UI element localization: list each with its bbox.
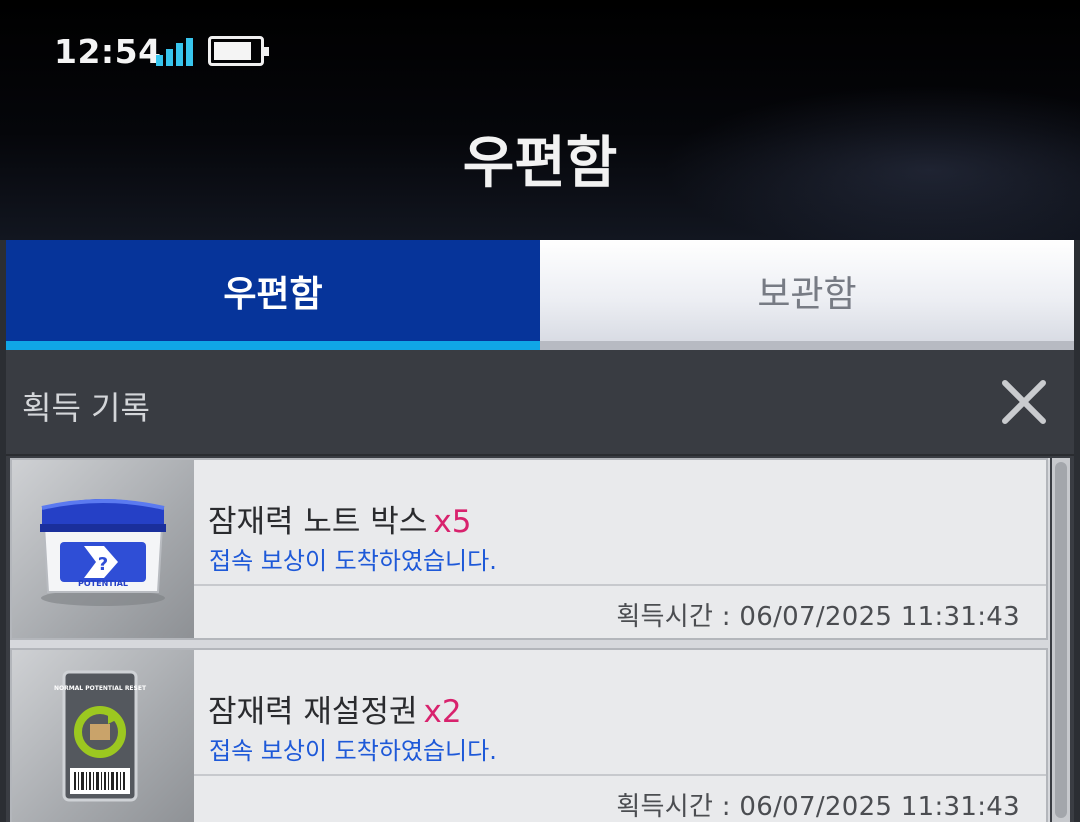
panel-header: 획득 기록 (6, 350, 1074, 456)
close-icon (1002, 380, 1046, 424)
divider (194, 584, 1046, 586)
tab-mailbox[interactable]: 우편함 (6, 240, 540, 350)
item-description: 접속 보상이 도착하였습니다. (209, 547, 497, 575)
signal-bars-icon (156, 38, 196, 66)
panel-title: 획득 기록 (22, 389, 150, 427)
tab-storage[interactable]: 보관함 (540, 240, 1074, 350)
tab-bar: 우편함 보관함 (6, 240, 1074, 350)
item-name: 잠재력 노트 박스 x5 (208, 504, 472, 540)
ticket-label: NORMAL POTENTIAL RESET (54, 685, 147, 692)
list-item[interactable]: NORMAL POTENTIAL RESET 잠재력 재설정권 x2 접속 보상… (10, 648, 1048, 822)
divider (194, 774, 1046, 776)
item-thumbnail: ? POTENTIAL (12, 460, 194, 638)
potential-reset-ticket-icon: NORMAL POTENTIAL RESET (54, 670, 147, 802)
acquired-time: 획득시간 : 06/07/2025 11:31:43 (616, 792, 1020, 822)
history-list[interactable]: ? POTENTIAL 잠재력 노트 박스 x5 접속 보상이 도착하였습니다. … (10, 458, 1050, 822)
item-quantity: x2 (423, 694, 462, 730)
status-time: 12:54 (54, 32, 162, 71)
item-quantity: x5 (433, 504, 472, 540)
battery-level (214, 42, 252, 60)
item-thumbnail: NORMAL POTENTIAL RESET (12, 650, 194, 822)
potential-box-icon: ? POTENTIAL (40, 499, 166, 606)
item-description: 접속 보상이 도착하였습니다. (209, 737, 497, 765)
box-label: POTENTIAL (78, 579, 128, 588)
close-button[interactable] (998, 376, 1050, 428)
list-item[interactable]: ? POTENTIAL 잠재력 노트 박스 x5 접속 보상이 도착하였습니다. … (10, 458, 1048, 640)
page-title: 우편함 (462, 131, 618, 196)
svg-text:?: ? (98, 554, 108, 575)
scrollbar-thumb[interactable] (1055, 462, 1067, 818)
acquisition-history-panel: 획득 기록 ? POTENTIAL 잠재력 노트 박스 x5 접속 보상이 도착… (6, 350, 1074, 822)
scrollbar[interactable] (1052, 458, 1070, 822)
battery-icon (208, 36, 269, 66)
acquired-time: 획득시간 : 06/07/2025 11:31:43 (616, 602, 1020, 632)
item-name: 잠재력 재설정권 x2 (208, 694, 462, 730)
